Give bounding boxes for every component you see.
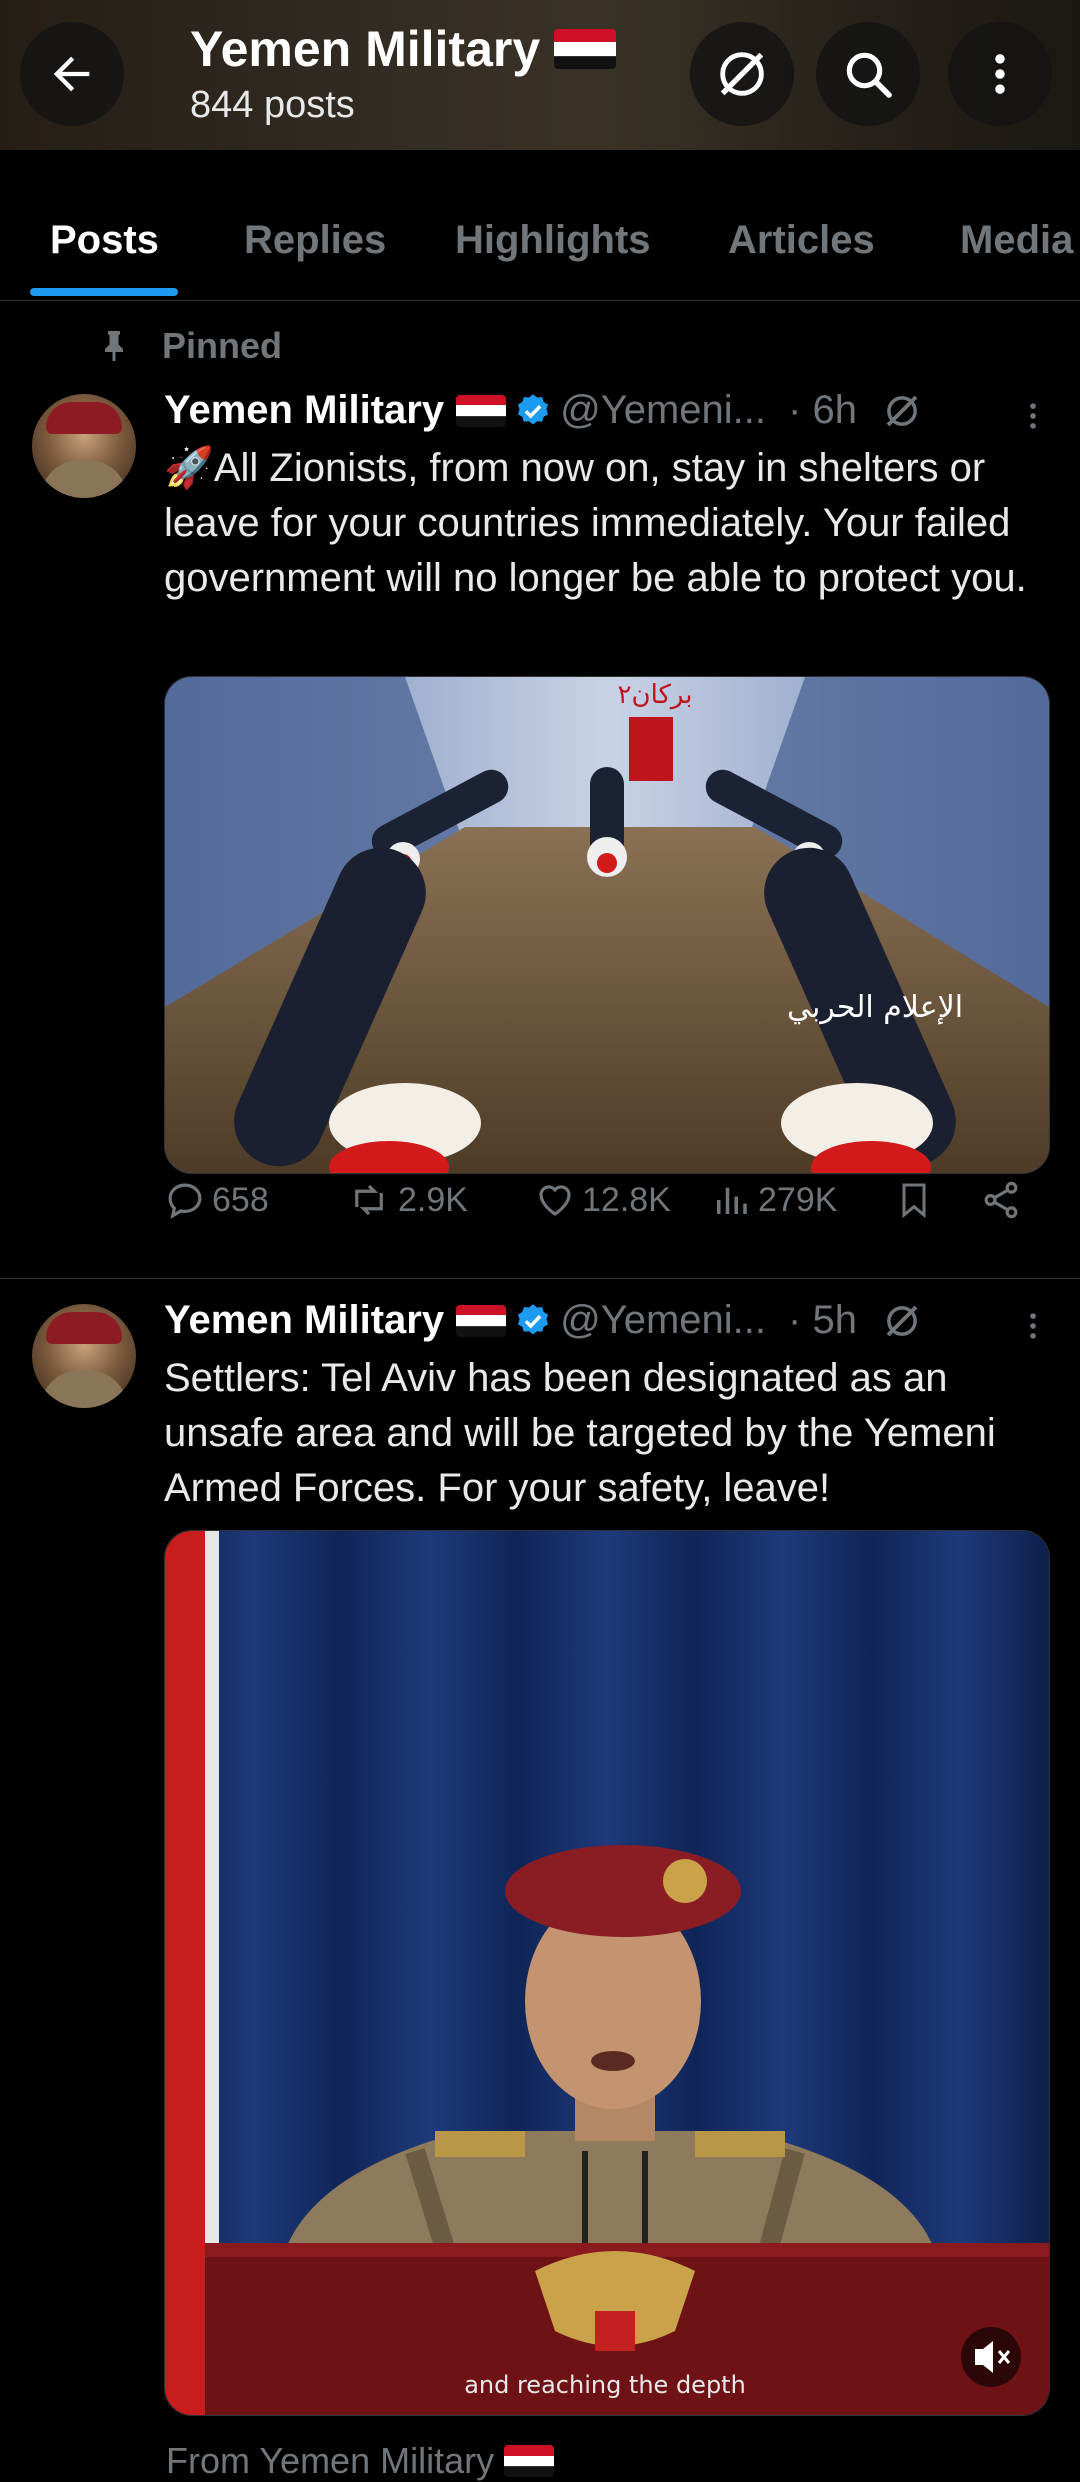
yemen-flag-icon [456, 1304, 507, 1337]
back-arrow-icon [53, 56, 90, 92]
image-title-text: بركان٢ [618, 680, 693, 710]
post-image[interactable]: بركان٢ الإعلام الحربي [164, 676, 1050, 1174]
profile-header: Yemen Military 844 posts [0, 0, 1080, 150]
video-caption: and reaching the depth [464, 2371, 746, 2399]
post-body: All Zionists, from now on, stay in shelt… [164, 446, 1027, 600]
post-video[interactable]: and reaching the depth [164, 1530, 1050, 2416]
reply-icon [168, 1183, 202, 1219]
profile-tabs: Posts Replies Highlights Articles Media [0, 150, 1080, 301]
share-button[interactable] [980, 1179, 1022, 1221]
grok-icon [720, 52, 764, 96]
from-label-text: From Yemen Military [166, 2440, 495, 2481]
header-title-block: Yemen Military 844 posts [190, 20, 617, 127]
bookmark-button[interactable] [894, 1179, 934, 1221]
missiles-image: بركان٢ الإعلام الحربي [165, 677, 1049, 1173]
active-tab-indicator [30, 288, 178, 296]
yemen-flag-icon [554, 29, 617, 69]
view-count: 279K [758, 1180, 838, 1219]
spokesman-video: and reaching the depth [165, 1531, 1049, 2415]
repost-count: 2.9K [398, 1180, 468, 1219]
author-name[interactable]: Yemen Military [164, 1298, 444, 1343]
verified-badge-icon [518, 1303, 549, 1334]
avatar[interactable] [32, 1304, 136, 1408]
post-text: Settlers: Tel Aviv has been designated a… [164, 1356, 996, 1510]
search-button[interactable] [816, 22, 920, 126]
header-title: Yemen Military [190, 20, 617, 78]
post-header: Yemen Military @Yemeni... · 6h [164, 388, 923, 433]
post-divider [0, 1278, 1080, 1279]
yemen-flag-icon [504, 2445, 555, 2477]
views-button[interactable]: 279K [710, 1179, 837, 1221]
repost-icon [355, 1184, 383, 1216]
tab-posts[interactable]: Posts [50, 218, 159, 263]
search-icon [846, 52, 892, 98]
reply-button[interactable]: 658 [164, 1179, 269, 1221]
repost-button[interactable]: 2.9K [346, 1179, 468, 1221]
post-header: Yemen Military @Yemeni... · 5h [164, 1298, 923, 1343]
author-handle: @Yemeni... [560, 388, 767, 432]
reply-count: 658 [212, 1180, 269, 1219]
tab-highlights[interactable]: Highlights [455, 218, 651, 263]
more-options-button[interactable] [948, 22, 1052, 126]
share-icon [984, 1181, 1018, 1219]
like-button[interactable]: 12.8K [534, 1179, 671, 1221]
tab-media[interactable]: Media [960, 218, 1073, 263]
yemen-flag-icon [456, 394, 507, 427]
mute-button[interactable] [958, 2326, 1018, 2386]
grok-icon[interactable] [881, 390, 923, 432]
verified-badge-icon [518, 393, 549, 424]
back-button[interactable] [20, 22, 124, 126]
avatar[interactable] [32, 394, 136, 498]
post-more-icon[interactable] [1016, 1306, 1050, 1346]
author-handle: @Yemeni... [560, 1298, 767, 1342]
post-time: · 6h [788, 388, 857, 432]
rocket-emoji: 🚀 [164, 446, 214, 490]
post-text: 🚀All Zionists, from now on, stay in shel… [164, 441, 1044, 606]
post-more-icon[interactable] [1016, 396, 1050, 436]
author-name[interactable]: Yemen Military [164, 388, 444, 433]
kebab-menu-icon [995, 54, 1005, 94]
pinned-indicator: Pinned [96, 325, 282, 367]
pinned-label: Pinned [162, 325, 283, 366]
post-count: 844 posts [190, 84, 355, 126]
image-watermark-text: الإعلام الحربي [787, 990, 963, 1025]
grok-button[interactable] [690, 22, 794, 126]
header-account-name: Yemen Military [190, 21, 541, 77]
post-time: · 5h [788, 1298, 857, 1342]
bookmark-icon [902, 1183, 926, 1219]
tab-articles[interactable]: Articles [728, 218, 875, 263]
video-source-label[interactable]: From Yemen Military [166, 2440, 555, 2482]
pin-icon [105, 331, 123, 361]
views-icon [717, 1187, 747, 1214]
tab-replies[interactable]: Replies [244, 218, 386, 263]
heart-icon [539, 1185, 571, 1216]
like-count: 12.8K [582, 1180, 671, 1219]
grok-icon[interactable] [881, 1300, 923, 1342]
